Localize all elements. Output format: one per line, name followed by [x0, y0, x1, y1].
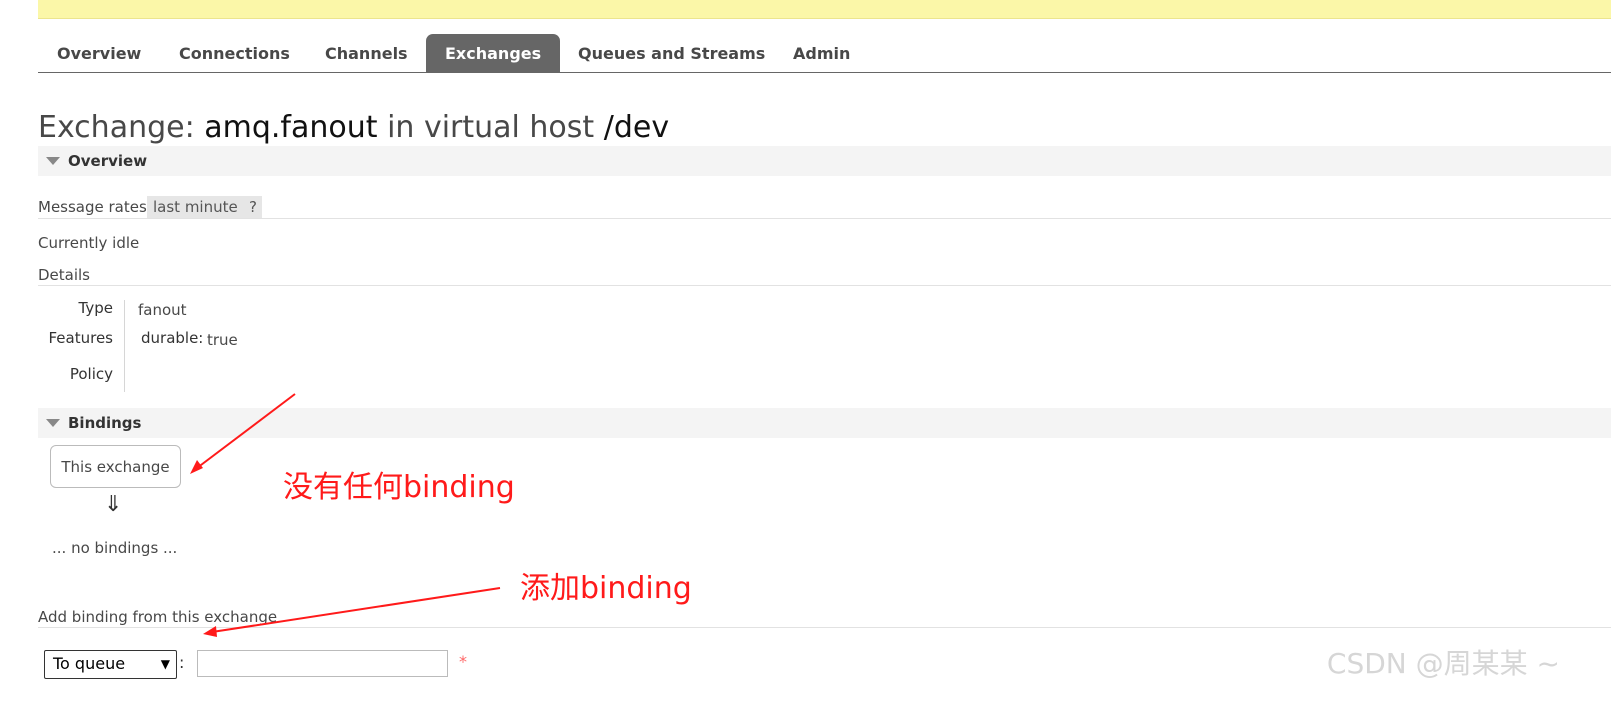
watermark: CSDN @周某某 ~ — [1326, 647, 1560, 680]
annotation-arrowhead — [203, 626, 217, 637]
annotation-arrows — [190, 393, 501, 637]
annotation-arrowhead — [190, 460, 203, 474]
annotation-arrow-line — [211, 587, 501, 633]
annotation-arrow-line — [196, 393, 296, 469]
